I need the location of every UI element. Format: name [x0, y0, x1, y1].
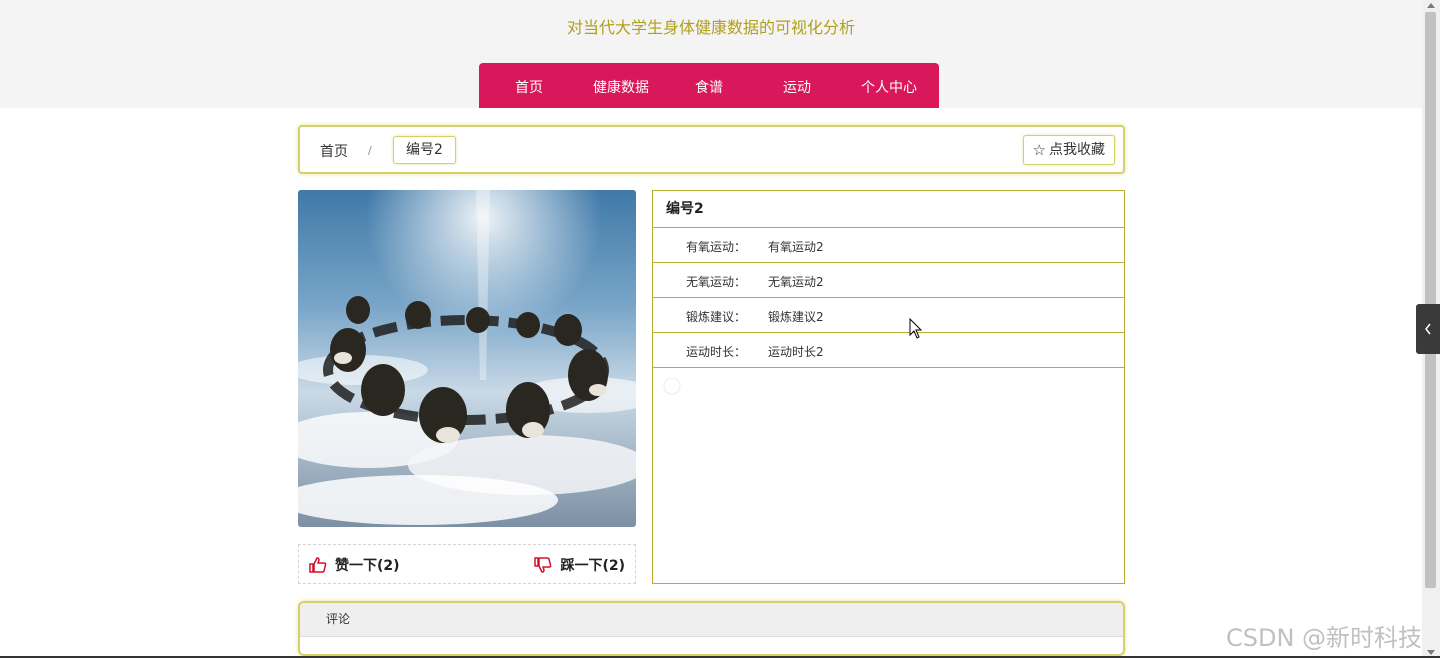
mouse-cursor: [909, 317, 923, 344]
comments-section: 评论: [298, 601, 1125, 656]
field-value: 锻炼建议2: [768, 310, 824, 324]
favorite-button-label: 点我收藏: [1049, 142, 1105, 158]
like-button[interactable]: 赞一下(2): [309, 555, 400, 575]
detail-title: 编号2: [653, 191, 1124, 228]
nav-item-health-data[interactable]: 健康数据: [593, 77, 649, 97]
reactions-bar: 赞一下(2) 踩一下(2): [298, 544, 636, 584]
chevron-left-icon: [1425, 323, 1431, 335]
dislike-button[interactable]: 踩一下(2): [534, 555, 625, 575]
smiley-icon: [663, 377, 681, 395]
skydivers-image: [298, 190, 636, 527]
comments-title: 评论: [300, 603, 1123, 637]
field-label: 无氧运动：: [686, 275, 747, 289]
thumbs-up-icon: [309, 557, 327, 573]
detail-row: 无氧运动： 无氧运动2: [653, 263, 1124, 298]
breadcrumb: 首页 / 编号2 ☆ 点我收藏: [298, 125, 1125, 174]
field-label: 运动时长：: [686, 345, 747, 359]
star-icon: ☆: [1032, 141, 1046, 159]
faded-overlay: [663, 377, 681, 395]
field-value: 运动时长2: [768, 345, 824, 359]
detail-row: 运动时长： 运动时长2: [653, 333, 1124, 368]
field-label: 有氧运动：: [686, 240, 747, 254]
thumbs-down-icon: [534, 557, 552, 573]
nav-item-exercise[interactable]: 运动: [783, 77, 811, 97]
scroll-thumb[interactable]: [1425, 12, 1436, 588]
field-value: 无氧运动2: [768, 275, 824, 289]
nav-item-recipes[interactable]: 食谱: [695, 77, 723, 97]
watermark: CSDN @新时科技: [1226, 624, 1423, 652]
detail-panel: 编号2 有氧运动： 有氧运动2 无氧运动： 无氧运动2 锻炼建议： 锻炼建议2 …: [652, 190, 1125, 584]
breadcrumb-current: 编号2: [393, 136, 456, 164]
field-label: 锻炼建议：: [686, 310, 747, 324]
breadcrumb-separator: /: [368, 144, 372, 157]
site-title: 对当代大学生身体健康数据的可视化分析: [566, 18, 855, 37]
detail-row: 锻炼建议： 锻炼建议2: [653, 298, 1124, 333]
detail-row: 有氧运动： 有氧运动2: [653, 228, 1124, 263]
scroll-up-arrow[interactable]: [1427, 3, 1435, 8]
cursor-arrow-icon: [909, 317, 923, 339]
detail-image: [298, 190, 636, 527]
like-label: 赞一下(2): [335, 558, 400, 574]
scroll-down-arrow[interactable]: [1427, 650, 1435, 655]
nav-item-home[interactable]: 首页: [515, 77, 543, 97]
breadcrumb-home[interactable]: 首页: [320, 141, 348, 161]
side-panel-toggle[interactable]: [1416, 304, 1440, 354]
nav-item-profile[interactable]: 个人中心: [861, 77, 917, 97]
field-value: 有氧运动2: [768, 240, 824, 254]
dislike-label: 踩一下(2): [560, 558, 625, 574]
main-nav: 首页 健康数据 食谱 运动 个人中心: [479, 63, 939, 108]
favorite-button[interactable]: ☆ 点我收藏: [1022, 135, 1115, 165]
